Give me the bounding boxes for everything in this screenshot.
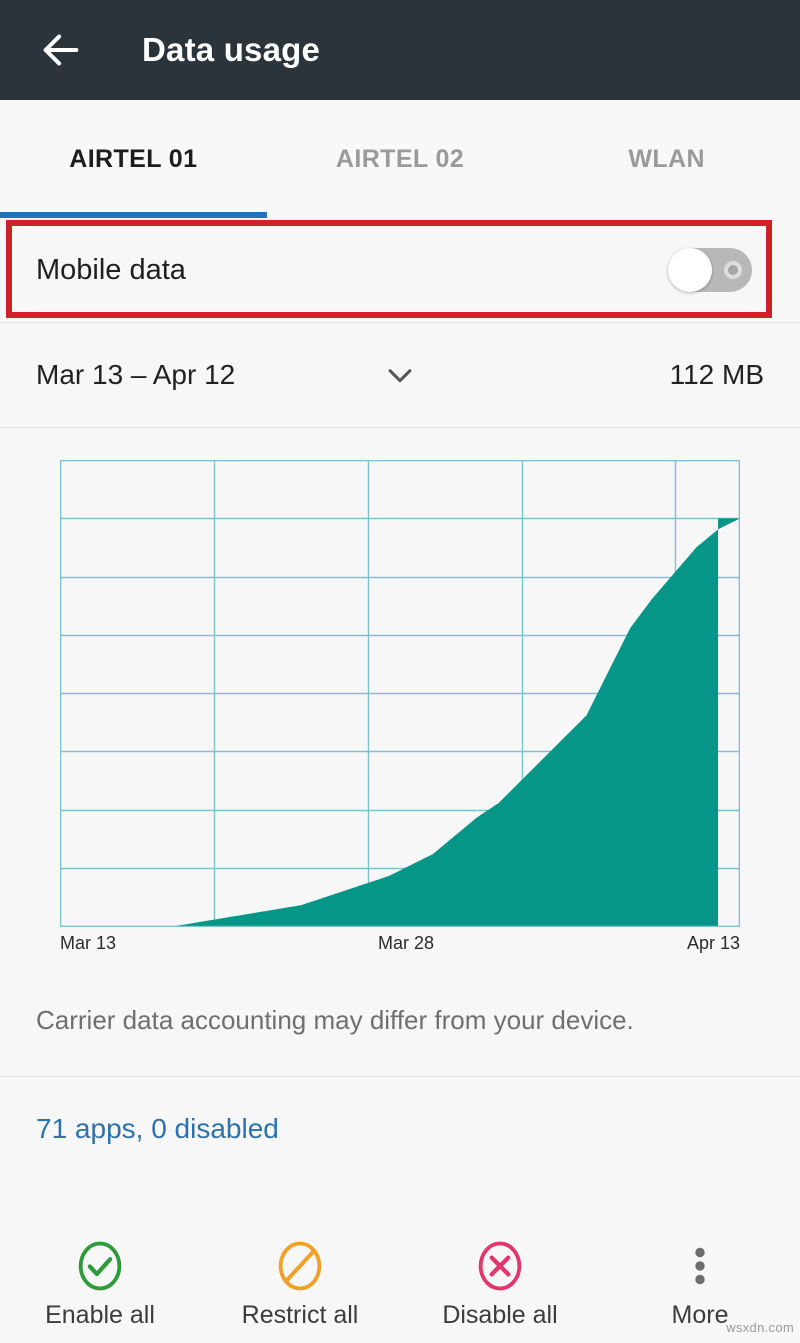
app-bar: Data usage (0, 0, 800, 100)
chevron-down-icon[interactable] (383, 358, 417, 392)
bottom-action-bar: Enable all Restrict all Disable all More (0, 1225, 800, 1343)
toggle-off-dot (724, 261, 742, 279)
page-title: Data usage (142, 31, 321, 68)
mobile-data-toggle[interactable] (668, 248, 752, 292)
restrict-all-button[interactable]: Restrict all (200, 1239, 400, 1330)
mobile-data-row[interactable]: Mobile data (0, 218, 800, 322)
disable-all-label: Disable all (442, 1301, 558, 1329)
tab-wlan[interactable]: WLAN (533, 145, 800, 174)
arrow-left-icon[interactable] (38, 27, 84, 73)
tab-airtel-01[interactable]: AIRTEL 01 (0, 145, 267, 174)
billing-cycle-row[interactable]: Mar 13 – Apr 12 112 MB (0, 323, 800, 427)
enable-all-label: Enable all (45, 1301, 155, 1329)
check-circle-icon (78, 1241, 122, 1291)
apps-summary-link[interactable]: 71 apps, 0 disabled (0, 1077, 800, 1179)
restrict-all-label: Restrict all (241, 1301, 359, 1329)
tab-airtel-02[interactable]: AIRTEL 02 (267, 145, 534, 174)
site-watermark: wsxdn.com (726, 1320, 794, 1335)
no-entry-icon (278, 1241, 322, 1291)
usage-chart[interactable] (60, 460, 740, 927)
usage-chart-section: Mar 13 Mar 28 Apr 13 Carrier data accoun… (0, 428, 800, 1076)
more-button[interactable]: More (600, 1239, 800, 1330)
usage-area-chart-svg (60, 460, 740, 927)
disable-all-button[interactable]: Disable all (400, 1239, 600, 1330)
cycle-range-label: Mar 13 – Apr 12 (36, 359, 236, 390)
chart-xtick-end: Apr 13 (686, 933, 740, 953)
toggle-knob (668, 248, 712, 292)
cycle-total-usage: 112 MB (669, 359, 764, 390)
enable-all-button[interactable]: Enable all (0, 1239, 200, 1330)
overflow-dots-icon (695, 1247, 705, 1285)
tab-bar: AIRTEL 01 AIRTEL 02 WLAN (0, 100, 800, 218)
chart-xtick-mid: Mar 28 (378, 933, 435, 953)
carrier-disclaimer: Carrier data accounting may differ from … (36, 1005, 634, 1035)
chart-xtick-start: Mar 13 (60, 933, 117, 953)
mobile-data-label: Mobile data (36, 253, 186, 286)
mobile-data-section: Mobile data (0, 218, 800, 322)
x-circle-icon (478, 1241, 522, 1291)
chart-x-axis-labels: Mar 13 Mar 28 Apr 13 (60, 933, 740, 963)
more-label: More (671, 1301, 729, 1329)
